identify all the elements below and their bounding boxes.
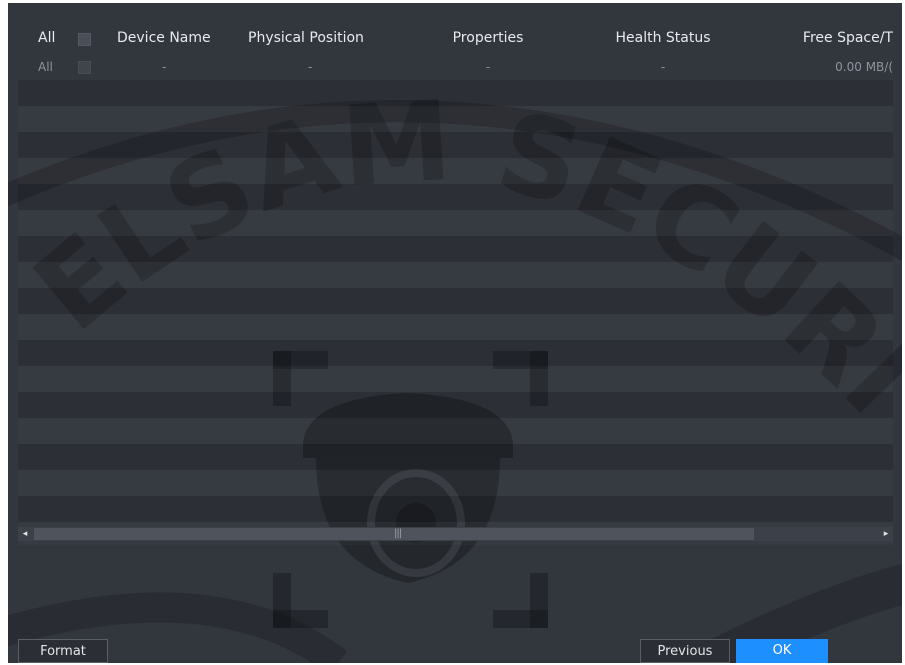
empty-table-row	[18, 262, 893, 288]
row-physical-position: -	[308, 60, 313, 74]
empty-table-row	[18, 184, 893, 210]
format-button[interactable]: Format	[18, 639, 108, 663]
row-health-status: -	[660, 60, 666, 74]
storage-panel: ELSAM SECURITY All Device Name Physical …	[8, 3, 902, 663]
empty-table-row	[18, 158, 893, 184]
empty-table-row	[18, 288, 893, 314]
empty-table-row	[18, 366, 893, 392]
select-all-checkbox[interactable]	[78, 33, 91, 46]
header-device-name[interactable]: Device Name	[117, 24, 237, 52]
header-free-space[interactable]: Free Space/T	[778, 24, 893, 52]
empty-table-row	[18, 340, 893, 366]
empty-table-row	[18, 444, 893, 470]
scrollbar-grip-icon: |||	[394, 528, 402, 539]
empty-table-row	[18, 314, 893, 340]
header-properties[interactable]: Properties	[418, 24, 558, 52]
row-properties: -	[485, 60, 491, 74]
empty-table-row	[18, 106, 893, 132]
scroll-right-icon[interactable]: ▸	[879, 527, 893, 541]
ok-button[interactable]: OK	[736, 639, 828, 663]
horizontal-scrollbar[interactable]: ◂ ||| ▸	[18, 527, 893, 541]
empty-table-row	[18, 132, 893, 158]
device-table: All Device Name Physical Position Proper…	[18, 20, 893, 545]
row-checkbox[interactable]	[78, 61, 91, 74]
empty-table-row	[18, 80, 893, 106]
empty-table-row	[18, 470, 893, 496]
table-header: All Device Name Physical Position Proper…	[18, 24, 893, 52]
table-row[interactable]: All - - - - 0.00 MB/(	[18, 54, 893, 80]
header-all: All	[38, 30, 56, 46]
empty-table-row	[18, 210, 893, 236]
empty-table-row	[18, 418, 893, 444]
empty-table-row	[18, 496, 893, 522]
empty-table-row	[18, 392, 893, 418]
header-health-status[interactable]: Health Status	[588, 24, 738, 52]
previous-button[interactable]: Previous	[640, 639, 730, 663]
row-free-space: 0.00 MB/(	[835, 60, 893, 74]
row-device-name: -	[162, 60, 167, 74]
row-all-label: All	[38, 60, 53, 74]
scroll-left-icon[interactable]: ◂	[18, 527, 32, 541]
scrollbar-thumb[interactable]: |||	[34, 528, 754, 540]
empty-table-row	[18, 236, 893, 262]
header-physical-position[interactable]: Physical Position	[248, 24, 383, 52]
